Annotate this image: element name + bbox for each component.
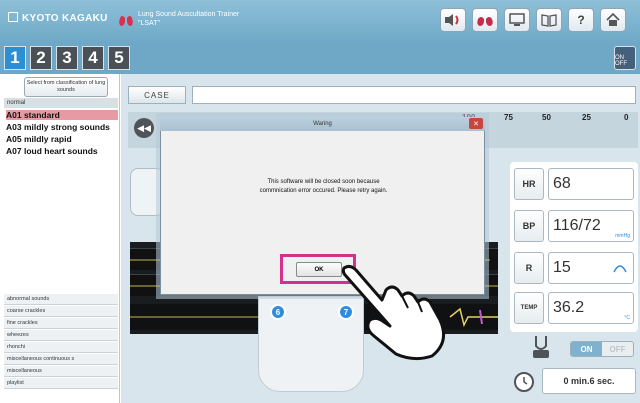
dialog-close-button[interactable]: ✕ (469, 118, 483, 129)
ok-button[interactable]: OK (296, 262, 342, 277)
category-miscellaneous[interactable]: miscellaneous (4, 366, 118, 377)
book-icon (541, 14, 557, 27)
dialog-message-line2: commnication error occured. Please retry… (259, 188, 388, 194)
clock-icon (514, 372, 534, 392)
hr-value: 68 (548, 168, 634, 200)
temp-value: 36.2 °C (548, 292, 634, 324)
sidebar-section-normal: normal (4, 98, 118, 108)
help-button[interactable]: ? (568, 8, 594, 32)
bp-value-text: 116/72 (553, 217, 601, 234)
r-label: R (514, 252, 544, 284)
monitor-button[interactable] (504, 8, 530, 32)
scale-50: 50 (542, 113, 551, 122)
lung-logo-icon (119, 12, 133, 26)
stethoscope-icon (533, 336, 549, 358)
speaker-lung-button[interactable] (440, 8, 466, 32)
category-wheezes[interactable]: wheezes (4, 330, 118, 341)
sidebar-item-a07[interactable]: A07 loud heart sounds (6, 146, 118, 156)
pointing-hand-icon (341, 264, 446, 361)
stethoscope-toggle[interactable]: ON OFF (570, 341, 634, 357)
rewind-button[interactable]: ◀◀ (134, 118, 154, 138)
monitor-icon (509, 13, 525, 26)
category-rhonchi[interactable]: rhonchi (4, 342, 118, 353)
brand-box-icon (8, 12, 18, 22)
product-title: Lung Sound Auscultation Trainer "LSAT" (138, 10, 239, 28)
scale-75: 75 (504, 113, 513, 122)
home-icon (606, 13, 620, 26)
book-button[interactable] (536, 8, 562, 32)
marker-6[interactable]: 6 (270, 304, 286, 320)
bp-value: 116/72 mmHg (548, 210, 634, 242)
temp-unit: °C (624, 315, 630, 321)
tab-2[interactable]: 2 (30, 46, 52, 70)
dialog-message: This software will be closed soon becaus… (186, 178, 461, 196)
select-classification-button[interactable]: Select from classification of lung sound… (24, 77, 108, 97)
category-misc-continuous[interactable]: miscellaneous continuous s (4, 354, 118, 365)
sidebar-item-a05[interactable]: A05 mildly rapid (6, 134, 118, 144)
tab-3[interactable]: 3 (56, 46, 78, 70)
help-icon: ? (577, 13, 585, 27)
home-button[interactable] (600, 8, 626, 32)
temp-label: TEMP (514, 292, 544, 324)
sidebar-item-a03[interactable]: A03 mildly strong sounds (6, 122, 118, 132)
temp-value-text: 36.2 (553, 299, 585, 316)
hr-value-text: 68 (553, 175, 571, 192)
dialog-message-line1: This software will be closed soon becaus… (267, 179, 380, 185)
brand-logo: KYOTO KAGAKU (8, 12, 108, 24)
product-title-line2: "LSAT" (138, 20, 160, 27)
lungs-icon (477, 14, 493, 26)
bp-label: BP (514, 210, 544, 242)
speaker-lung-icon (445, 14, 459, 26)
tab-5[interactable]: 5 (108, 46, 130, 70)
tab-4[interactable]: 4 (82, 46, 104, 70)
scale-25: 25 (582, 113, 591, 122)
sidebar-item-a01[interactable]: A01 standard (6, 110, 118, 120)
tab-1[interactable]: 1 (4, 46, 26, 70)
toggle-off[interactable]: OFF (602, 342, 633, 356)
r-value: 15 (548, 252, 634, 284)
case-label: CASE (128, 86, 186, 104)
dialog-title: Waring (160, 117, 485, 131)
lungs-button[interactable] (472, 8, 498, 32)
category-playlist[interactable]: playlist (4, 378, 118, 389)
brand-name: KYOTO KAGAKU (22, 13, 108, 24)
power-onoff-label: ON OFF (615, 55, 627, 67)
category-abnormal-sounds[interactable]: abnormal sounds (4, 294, 118, 305)
power-onoff-button[interactable]: ON OFF (614, 46, 636, 70)
scale-0: 0 (624, 113, 629, 122)
category-fine-crackles[interactable]: fine crackles (4, 318, 118, 329)
lungs-small-icon (613, 265, 627, 273)
category-coarse-crackles[interactable]: coarse crackles (4, 306, 118, 317)
product-title-line1: Lung Sound Auscultation Trainer (138, 11, 240, 18)
close-icon: ✕ (473, 120, 479, 128)
clock-hands-icon (523, 377, 528, 385)
toggle-on[interactable]: ON (571, 342, 602, 356)
auscultation-point-button[interactable] (130, 168, 164, 216)
elapsed-timer: 0 min.6 sec. (542, 368, 636, 394)
bp-unit: mmHg (615, 233, 630, 239)
rewind-icon: ◀◀ (137, 122, 151, 133)
case-field[interactable] (192, 86, 636, 104)
r-value-text: 15 (553, 259, 571, 276)
hr-label: HR (514, 168, 544, 200)
